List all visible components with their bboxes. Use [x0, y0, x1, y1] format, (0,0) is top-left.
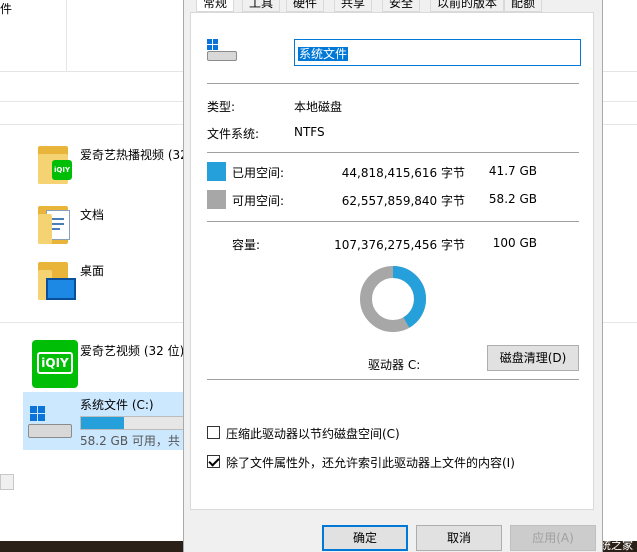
- divider: [207, 152, 579, 153]
- cancel-button[interactable]: 取消: [416, 525, 502, 551]
- drive-usage-bar: [80, 416, 184, 430]
- free-space-gb: 58.2 GB: [488, 192, 537, 206]
- used-space-gb: 41.7 GB: [488, 164, 537, 178]
- tab-general[interactable]: 常规: [196, 0, 235, 12]
- drive-icon: [28, 402, 74, 442]
- disk-cleanup-button[interactable]: 磁盘清理(D): [487, 345, 579, 371]
- divider: [207, 83, 579, 84]
- capacity-label: 容量:: [232, 238, 261, 252]
- tab-tools[interactable]: 工具: [242, 0, 281, 12]
- used-space-label: 已用空间:: [232, 166, 285, 180]
- used-space-bytes: 44,818,415,616 字节: [341, 166, 465, 180]
- usage-donut-chart: [360, 266, 426, 332]
- drive-free-text: 58.2 GB 可用，共: [80, 434, 180, 448]
- ribbon-fragment: 件: [0, 2, 13, 16]
- drive-icon: [207, 39, 241, 65]
- tab-hardware[interactable]: 硬件: [286, 0, 325, 12]
- scroll-button[interactable]: [0, 474, 14, 490]
- tab-quota[interactable]: 配额: [504, 0, 543, 12]
- item-label: 爱奇艺视频 (32 位): [80, 344, 185, 358]
- used-space-swatch: [207, 162, 226, 181]
- ok-button[interactable]: 确定: [322, 525, 408, 551]
- drive-letter-label: 驱动器 C:: [368, 358, 421, 372]
- tab-strip: 常规 工具 硬件 共享 安全 以前的版本 配额: [184, 0, 604, 12]
- list-item-desktop[interactable]: 桌面: [28, 256, 188, 308]
- index-contents-checkbox[interactable]: [207, 455, 220, 468]
- compress-drive-checkbox[interactable]: [207, 426, 220, 439]
- item-label: 爱奇艺热播视频 (32: [80, 148, 188, 162]
- drive-properties-dialog: 常规 工具 硬件 共享 安全 以前的版本 配额 系统文件 类型: 本地磁盘 文件…: [183, 0, 603, 552]
- tab-security[interactable]: 安全: [382, 0, 421, 12]
- free-space-swatch: [207, 190, 226, 209]
- iqiyi-app-icon: iQIY: [32, 338, 78, 388]
- watermark-text: 统之家: [600, 539, 633, 552]
- index-contents-label: 除了文件属性外，还允许索引此驱动器上文件的内容(I): [226, 456, 515, 470]
- folder-icon: iQIY: [32, 142, 78, 188]
- item-label: 桌面: [80, 264, 105, 278]
- free-space-label: 可用空间:: [232, 194, 285, 208]
- capacity-bytes: 107,376,275,456 字节: [334, 238, 465, 252]
- ribbon-divider: [66, 0, 67, 72]
- divider: [207, 379, 579, 380]
- drive-name-input[interactable]: 系统文件: [294, 39, 581, 66]
- free-space-bytes: 62,557,859,840 字节: [341, 194, 465, 208]
- filesystem-value: NTFS: [294, 125, 325, 139]
- tab-previous-versions[interactable]: 以前的版本: [430, 0, 505, 12]
- item-label: 文档: [80, 208, 105, 222]
- list-item-documents[interactable]: 文档: [28, 200, 188, 252]
- list-item-iqiyi-hot[interactable]: iQIY 爱奇艺热播视频 (32: [28, 140, 188, 192]
- filesystem-label: 文件系统:: [207, 127, 260, 141]
- general-tab-panel: 系统文件 类型: 本地磁盘 文件系统: NTFS 已用空间: 44,818,41…: [190, 12, 594, 510]
- drive-name-value: 系统文件: [298, 47, 349, 61]
- divider: [207, 221, 579, 222]
- tab-sharing[interactable]: 共享: [334, 0, 373, 12]
- drive-usage-fill: [81, 417, 124, 429]
- documents-folder-icon: [32, 202, 78, 248]
- apply-button[interactable]: 应用(A): [510, 525, 596, 551]
- list-item-iqiyi-app[interactable]: iQIY 爱奇艺视频 (32 位): [28, 336, 188, 388]
- desktop-folder-icon: [32, 258, 78, 304]
- type-value: 本地磁盘: [294, 100, 343, 114]
- compress-drive-label: 压缩此驱动器以节约磁盘空间(C): [226, 427, 400, 441]
- type-label: 类型:: [207, 100, 236, 114]
- drive-label: 系统文件 (C:): [80, 398, 154, 412]
- capacity-gb: 100 GB: [492, 236, 537, 250]
